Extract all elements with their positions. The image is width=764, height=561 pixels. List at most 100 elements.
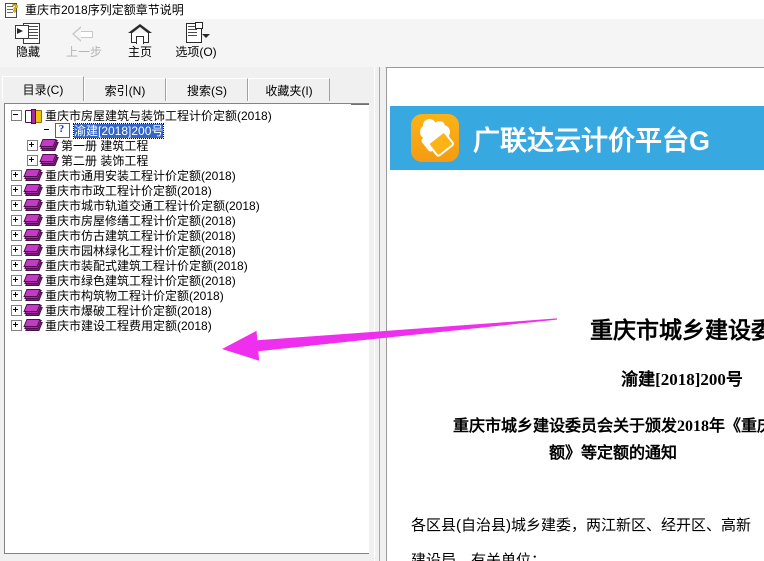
- tree-item[interactable]: 重庆市仿古建筑工程计价定额(2018): [5, 228, 351, 243]
- tree-item[interactable]: 重庆市绿色建筑工程计价定额(2018): [5, 273, 351, 288]
- tree-item[interactable]: 重庆市建设工程费用定额(2018): [5, 318, 351, 333]
- expand-plus-icon[interactable]: [27, 140, 38, 151]
- navigation-pane: 目录(C) 索引(N) 搜索(S) 收藏夹(I) 重庆市房屋建筑与装饰工程计价定…: [0, 67, 380, 561]
- tree-item-label: 重庆市园林绿化工程计价定额(2018): [45, 243, 236, 258]
- book-icon: [23, 304, 43, 317]
- tab-contents[interactable]: 目录(C): [2, 76, 84, 101]
- tree-item[interactable]: 第一册 建筑工程: [5, 138, 351, 153]
- document-title-line-1: 重庆市城乡建设委员会关于颁发2018年《重庆: [452, 418, 764, 435]
- expand-plus-icon[interactable]: [11, 275, 22, 286]
- book-icon: [23, 199, 43, 212]
- options-icon: [183, 22, 210, 44]
- tab-search-label: 搜索(S): [187, 83, 227, 98]
- book-icon: [23, 319, 43, 332]
- document-paragraph: 各区县(自治县)城乡建委，两江新区、经开区、高新: [411, 517, 751, 534]
- back-arrow-icon: [71, 22, 97, 44]
- tree-item[interactable]: 重庆市园林绿化工程计价定额(2018): [5, 243, 351, 258]
- document-heading-title: 重庆市城乡建设委员会关于颁发2018年《重庆 额》等定额的通知: [401, 413, 764, 467]
- collapse-minus-icon[interactable]: [11, 110, 22, 121]
- tab-contents-label: 目录(C): [22, 82, 64, 97]
- tree-item-label: 重庆市绿色建筑工程计价定额(2018): [45, 273, 236, 288]
- tree-item[interactable]: 重庆市房屋建筑与装饰工程计价定额(2018): [5, 108, 351, 124]
- expand-plus-icon[interactable]: [27, 155, 38, 166]
- topic-pane[interactable]: 广联达云计价平台G 重庆市城乡建设委 渝建[2018]200号 重庆市城乡建设委…: [386, 67, 764, 561]
- book-icon: [23, 229, 43, 242]
- book-icon: [23, 259, 43, 272]
- document-heading-issuer: 重庆市城乡建设委: [590, 318, 764, 343]
- back-button-label: 上一步: [65, 45, 102, 59]
- contents-tree-panel[interactable]: 重庆市房屋建筑与装饰工程计价定额(2018)? 渝建[2018]200号 第一册 建…: [4, 103, 370, 554]
- book-icon: [23, 289, 43, 302]
- tree-item-label: 重庆市装配式建筑工程计价定额(2018): [45, 258, 248, 273]
- book-icon: [23, 169, 43, 182]
- tree-item-label: 渝建[2018]200号: [72, 122, 165, 139]
- tree-item[interactable]: 重庆市城市轨道交通工程计价定额(2018): [5, 198, 351, 213]
- hide-button[interactable]: 隐藏: [0, 19, 56, 68]
- product-banner-text: 广联达云计价平台G: [473, 125, 711, 156]
- document-title-line-2: 额》等定额的通知: [548, 445, 677, 462]
- product-banner: 广联达云计价平台G: [390, 106, 764, 170]
- hide-pane-icon: [15, 22, 41, 44]
- options-button-label: 选项(O): [175, 45, 217, 59]
- tree-item-label: 重庆市房屋修缮工程计价定额(2018): [45, 213, 236, 228]
- tree-item[interactable]: ? 渝建[2018]200号: [5, 122, 351, 139]
- book-icon: [23, 184, 43, 197]
- tree-item-label: 重庆市爆破工程计价定额(2018): [45, 303, 212, 318]
- options-button[interactable]: 选项(O): [168, 19, 224, 68]
- tab-favorites[interactable]: 收藏夹(I): [248, 78, 330, 101]
- document-body: 各区县(自治县)城乡建委，两江新区、经开区、高新建设局，有关单位：为合理确定和有…: [411, 508, 764, 561]
- expand-plus-icon[interactable]: [11, 245, 22, 256]
- tree-item-label: 重庆市构筑物工程计价定额(2018): [45, 288, 224, 303]
- expand-plus-icon[interactable]: [11, 305, 22, 316]
- book-icon: [23, 244, 43, 257]
- expand-plus-icon[interactable]: [11, 200, 22, 211]
- window-title: 重庆市2018序列定额章节说明: [25, 3, 184, 17]
- book-icon: [39, 139, 59, 152]
- tab-index-label: 索引(N): [104, 83, 146, 98]
- book-icon: [23, 274, 43, 287]
- tree-item-label: 重庆市市政工程计价定额(2018): [45, 183, 212, 198]
- tab-search[interactable]: 搜索(S): [166, 78, 248, 101]
- document-heading-docnumber: 渝建[2018]200号: [621, 370, 743, 389]
- hide-button-label: 隐藏: [15, 45, 40, 59]
- guanglianda-cloud-logo-icon: [411, 114, 459, 162]
- tree-item-label: 重庆市通用安装工程计价定额(2018): [45, 168, 236, 183]
- home-icon: [127, 22, 153, 44]
- tree-item[interactable]: 重庆市房屋修缮工程计价定额(2018): [5, 213, 351, 228]
- home-button[interactable]: 主页: [112, 19, 168, 68]
- toolbar: 隐藏 上一步 主页 选项(O): [0, 19, 764, 68]
- tree-item-label: 重庆市城市轨道交通工程计价定额(2018): [45, 198, 260, 213]
- tree-item-label: 重庆市建设工程费用定额(2018): [45, 318, 212, 333]
- tree-item[interactable]: 重庆市市政工程计价定额(2018): [5, 183, 351, 198]
- expand-plus-icon[interactable]: [11, 185, 22, 196]
- contents-tree[interactable]: 重庆市房屋建筑与装饰工程计价定额(2018)? 渝建[2018]200号 第一册 建…: [5, 104, 351, 553]
- tree-spacer: [43, 126, 52, 135]
- help-viewer-window: ? 重庆市2018序列定额章节说明 隐藏 上一步 主页 选项(O) 目录(C) …: [0, 0, 764, 561]
- title-bar: ? 重庆市2018序列定额章节说明: [0, 0, 764, 20]
- tree-item[interactable]: 第二册 装饰工程: [5, 153, 351, 168]
- tree-item[interactable]: 重庆市通用安装工程计价定额(2018): [5, 168, 351, 183]
- tree-item[interactable]: 重庆市装配式建筑工程计价定额(2018): [5, 258, 351, 273]
- expand-plus-icon[interactable]: [11, 230, 22, 241]
- expand-plus-icon[interactable]: [11, 320, 22, 331]
- navigation-tabs: 目录(C) 索引(N) 搜索(S) 收藏夹(I): [2, 76, 378, 101]
- expand-plus-icon[interactable]: [11, 260, 22, 271]
- book-icon: [39, 154, 59, 167]
- tab-favorites-label: 收藏夹(I): [265, 83, 313, 98]
- tree-item-label: 重庆市房屋建筑与装饰工程计价定额(2018): [45, 108, 272, 123]
- expand-plus-icon[interactable]: [11, 170, 22, 181]
- expand-plus-icon[interactable]: [11, 215, 22, 226]
- book-icon: [23, 214, 43, 227]
- pane-splitter[interactable]: [369, 67, 385, 561]
- tree-item-label: 第二册 装饰工程: [61, 153, 149, 168]
- document-paragraph: 建设局，有关单位：: [411, 552, 547, 561]
- tree-item-label: 重庆市仿古建筑工程计价定额(2018): [45, 228, 236, 243]
- expand-plus-icon[interactable]: [11, 290, 22, 301]
- tree-item[interactable]: 重庆市爆破工程计价定额(2018): [5, 303, 351, 318]
- tab-index[interactable]: 索引(N): [84, 78, 166, 101]
- topic-document: 广联达云计价平台G 重庆市城乡建设委 渝建[2018]200号 重庆市城乡建设委…: [387, 68, 764, 561]
- topic-question-icon: ?: [55, 123, 70, 138]
- tree-item[interactable]: 重庆市构筑物工程计价定额(2018): [5, 288, 351, 303]
- back-button[interactable]: 上一步: [56, 19, 112, 68]
- tree-item-label: 第一册 建筑工程: [61, 138, 149, 153]
